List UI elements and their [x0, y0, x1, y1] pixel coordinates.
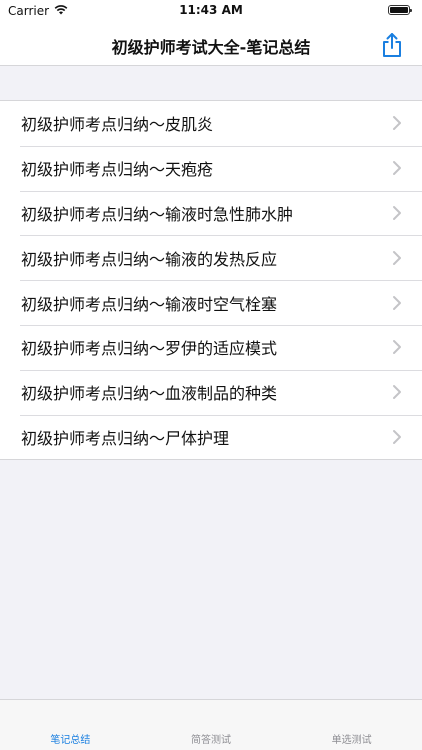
list-item[interactable]: 初级护师考点归纳～罗伊的适应模式: [0, 324, 422, 370]
share-button[interactable]: [378, 30, 406, 60]
page-title: 初级护师考试大全-笔记总结: [111, 38, 311, 57]
notes-list: 初级护师考点归纳～皮肌炎 初级护师考点归纳～天疱疮 初级护师考点归纳～输液时急性…: [0, 100, 422, 461]
list-item[interactable]: 初级护师考点归纳～皮肌炎: [0, 101, 422, 146]
chevron-right-icon: [393, 429, 401, 444]
chevron-right-icon: [393, 340, 401, 355]
status-bar: Carrier 11:43 AM: [0, 0, 422, 22]
tab-bar: 笔记总结 简答测试 单选测试: [0, 699, 422, 750]
tab-label: 简答测试: [191, 735, 231, 746]
chevron-right-icon: [393, 295, 401, 310]
share-icon: [383, 33, 401, 57]
list-item-label: 初级护师考点归纳～尸体护理: [21, 428, 230, 448]
tab-label: 笔记总结: [50, 735, 91, 746]
list-item-label: 初级护师考点归纳～输液时急性肺水肿: [21, 204, 294, 224]
battery-icon: [388, 5, 412, 15]
chevron-right-icon: [393, 205, 401, 220]
tab-short-answer-test[interactable]: 简答测试: [141, 700, 282, 750]
list-item-label: 初级护师考点归纳～输液时空气栓塞: [21, 294, 278, 314]
list-item[interactable]: 初级护师考点归纳～血液制品的种类: [0, 369, 422, 415]
chevron-right-icon: [393, 385, 401, 400]
list-item[interactable]: 初级护师考点归纳～输液的发热反应: [0, 235, 422, 280]
navigation-bar: 初级护师考试大全-笔记总结: [0, 22, 422, 66]
chevron-right-icon: [393, 116, 401, 131]
status-time: 11:43 AM: [179, 3, 243, 17]
list-item[interactable]: 初级护师考点归纳～天疱疮: [0, 145, 422, 191]
list-item-label: 初级护师考点归纳～血液制品的种类: [21, 384, 278, 404]
list-item-label: 初级护师考点归纳～罗伊的适应模式: [21, 339, 278, 359]
list-item-label: 初级护师考点归纳～输液的发热反应: [21, 249, 278, 269]
list-item[interactable]: 初级护师考点归纳～输液时急性肺水肿: [0, 190, 422, 236]
tab-single-choice-test[interactable]: 单选测试: [281, 700, 422, 750]
tab-notes-summary[interactable]: 笔记总结: [0, 700, 141, 750]
list-item-label: 初级护师考点归纳～皮肌炎: [21, 115, 214, 135]
list-item[interactable]: 初级护师考点归纳～尸体护理: [0, 414, 422, 460]
chevron-right-icon: [393, 161, 401, 176]
list-item[interactable]: 初级护师考点归纳～输液时空气栓塞: [0, 280, 422, 325]
tab-label: 单选测试: [331, 735, 372, 746]
chevron-right-icon: [393, 250, 401, 265]
list-item-label: 初级护师考点归纳～天疱疮: [21, 160, 214, 180]
